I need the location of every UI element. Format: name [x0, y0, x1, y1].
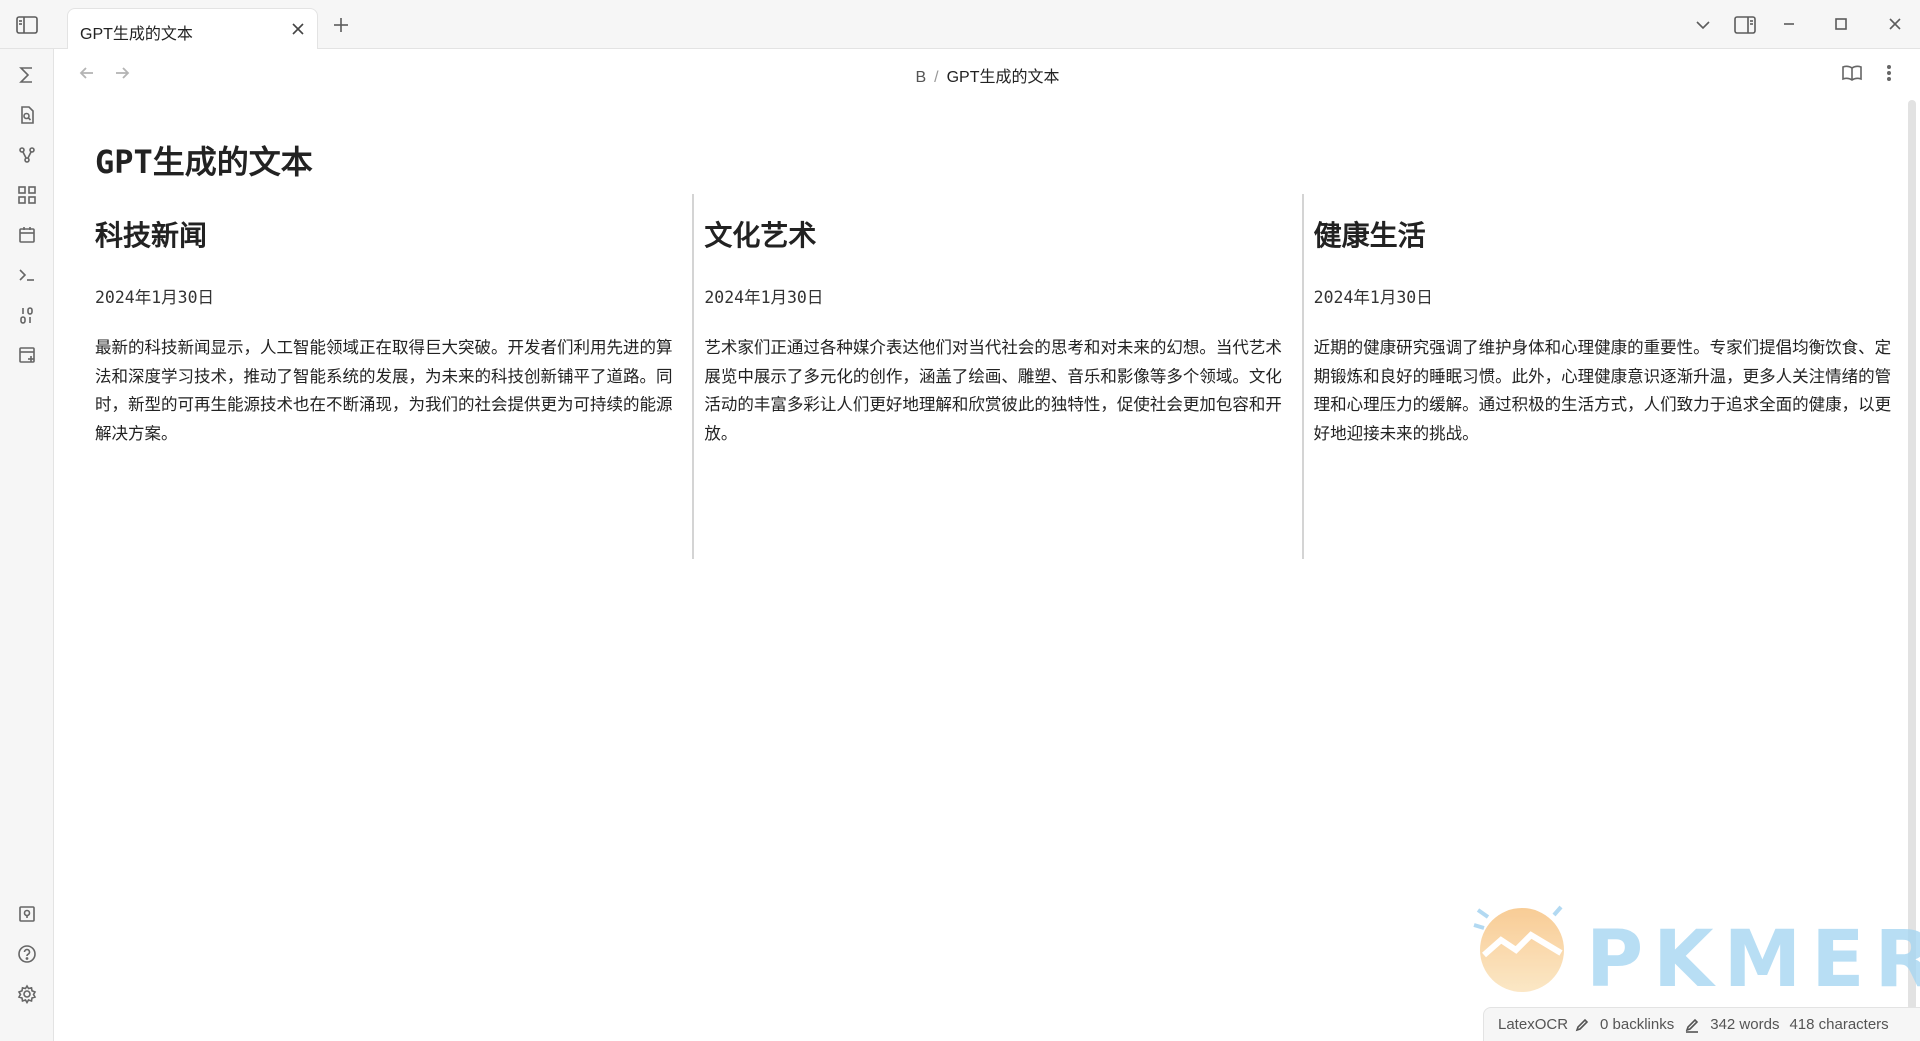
terminal-icon[interactable]	[15, 263, 39, 287]
column-health: 健康生活 2024年1月30日 近期的健康研究强调了维护身体和心理健康的重要性。…	[1301, 194, 1911, 559]
column-date: 2024年1月30日	[95, 288, 215, 307]
column-tech: 科技新闻 2024年1月30日 最新的科技新闻显示，人工智能领域正在取得巨大突破…	[95, 194, 692, 559]
column-date: 2024年1月30日	[704, 288, 824, 307]
column-body: 艺术家们正通过各种媒介表达他们对当代社会的思考和对未来的幻想。当代艺术展览中展示…	[704, 338, 1282, 443]
window-close-icon[interactable]	[1885, 14, 1905, 34]
tab-title: GPT生成的文本	[80, 26, 193, 43]
column-body: 最新的科技新闻显示，人工智能领域正在取得巨大突破。开发者们利用先进的算法和深度学…	[95, 338, 673, 443]
status-characters: 418 characters	[1789, 1016, 1889, 1033]
status-plugin[interactable]: LatexOCR	[1498, 1016, 1568, 1033]
right-sidebar-toggle-icon[interactable]	[1733, 13, 1757, 37]
settings-icon[interactable]	[15, 982, 39, 1006]
tab-active[interactable]: GPT生成的文本	[67, 8, 318, 49]
column-culture: 文化艺术 2024年1月30日 艺术家们正通过各种媒介表达他们对当代社会的思考和…	[692, 194, 1301, 559]
more-options-icon[interactable]	[1878, 62, 1900, 84]
pkmer-logo-icon	[1473, 905, 1564, 992]
breadcrumb-separator: /	[934, 69, 939, 86]
column-heading: 健康生活	[1313, 219, 1426, 252]
column-heading: 科技新闻	[95, 219, 208, 252]
pkmer-watermark: PKMER	[1466, 895, 1920, 1005]
edit-icon[interactable]	[1684, 1017, 1700, 1033]
column-date: 2024年1月30日	[1313, 288, 1433, 307]
view-header: B / GPT生成的文本	[55, 49, 1920, 97]
file-search-icon[interactable]	[15, 103, 39, 127]
close-icon[interactable]	[289, 20, 307, 38]
minimize-icon[interactable]	[1779, 14, 1799, 34]
sigma-icon[interactable]	[15, 63, 39, 87]
breadcrumb: B / GPT生成的文本	[55, 63, 1920, 87]
maximize-icon[interactable]	[1831, 14, 1851, 34]
graph-icon[interactable]	[15, 143, 39, 167]
watermark-text: PKMER	[1586, 915, 1920, 1005]
column-body: 近期的健康研究强调了维护身体和心理健康的重要性。专家们提倡均衡饮食、定期锻炼和良…	[1313, 338, 1892, 443]
status-backlinks[interactable]: 0 backlinks	[1600, 1016, 1674, 1033]
breadcrumb-current[interactable]: GPT生成的文本	[947, 69, 1060, 86]
calendar-icon[interactable]	[15, 223, 39, 247]
vault-icon[interactable]	[15, 902, 39, 926]
scrollbar[interactable]	[1908, 100, 1916, 1010]
status-words: 342 words	[1710, 1016, 1780, 1033]
binary-icon[interactable]	[15, 303, 39, 327]
title-bar: GPT生成的文本	[0, 0, 1920, 49]
help-icon[interactable]	[15, 942, 39, 966]
sidebar-toggle-icon[interactable]	[15, 13, 39, 37]
column-heading: 文化艺术	[704, 219, 817, 252]
new-tab-plus-icon[interactable]	[330, 14, 352, 36]
pencil-icon[interactable]	[1574, 1017, 1590, 1033]
note-content[interactable]: GPT生成的文本 科技新闻 2024年1月30日 最新的科技新闻显示，人工智能领…	[55, 97, 1903, 1017]
chevron-down-icon[interactable]	[1692, 14, 1714, 36]
breadcrumb-parent[interactable]: B	[915, 69, 926, 86]
list-plus-icon[interactable]	[15, 343, 39, 367]
note-title: GPT生成的文本	[95, 143, 313, 181]
columns-container: 科技新闻 2024年1月30日 最新的科技新闻显示，人工智能领域正在取得巨大突破…	[95, 194, 1911, 559]
left-ribbon	[0, 49, 54, 1041]
status-bar: LatexOCR 0 backlinks 342 words 418 chara…	[1483, 1007, 1920, 1041]
blocks-icon[interactable]	[15, 183, 39, 207]
book-open-icon[interactable]	[1841, 62, 1863, 84]
